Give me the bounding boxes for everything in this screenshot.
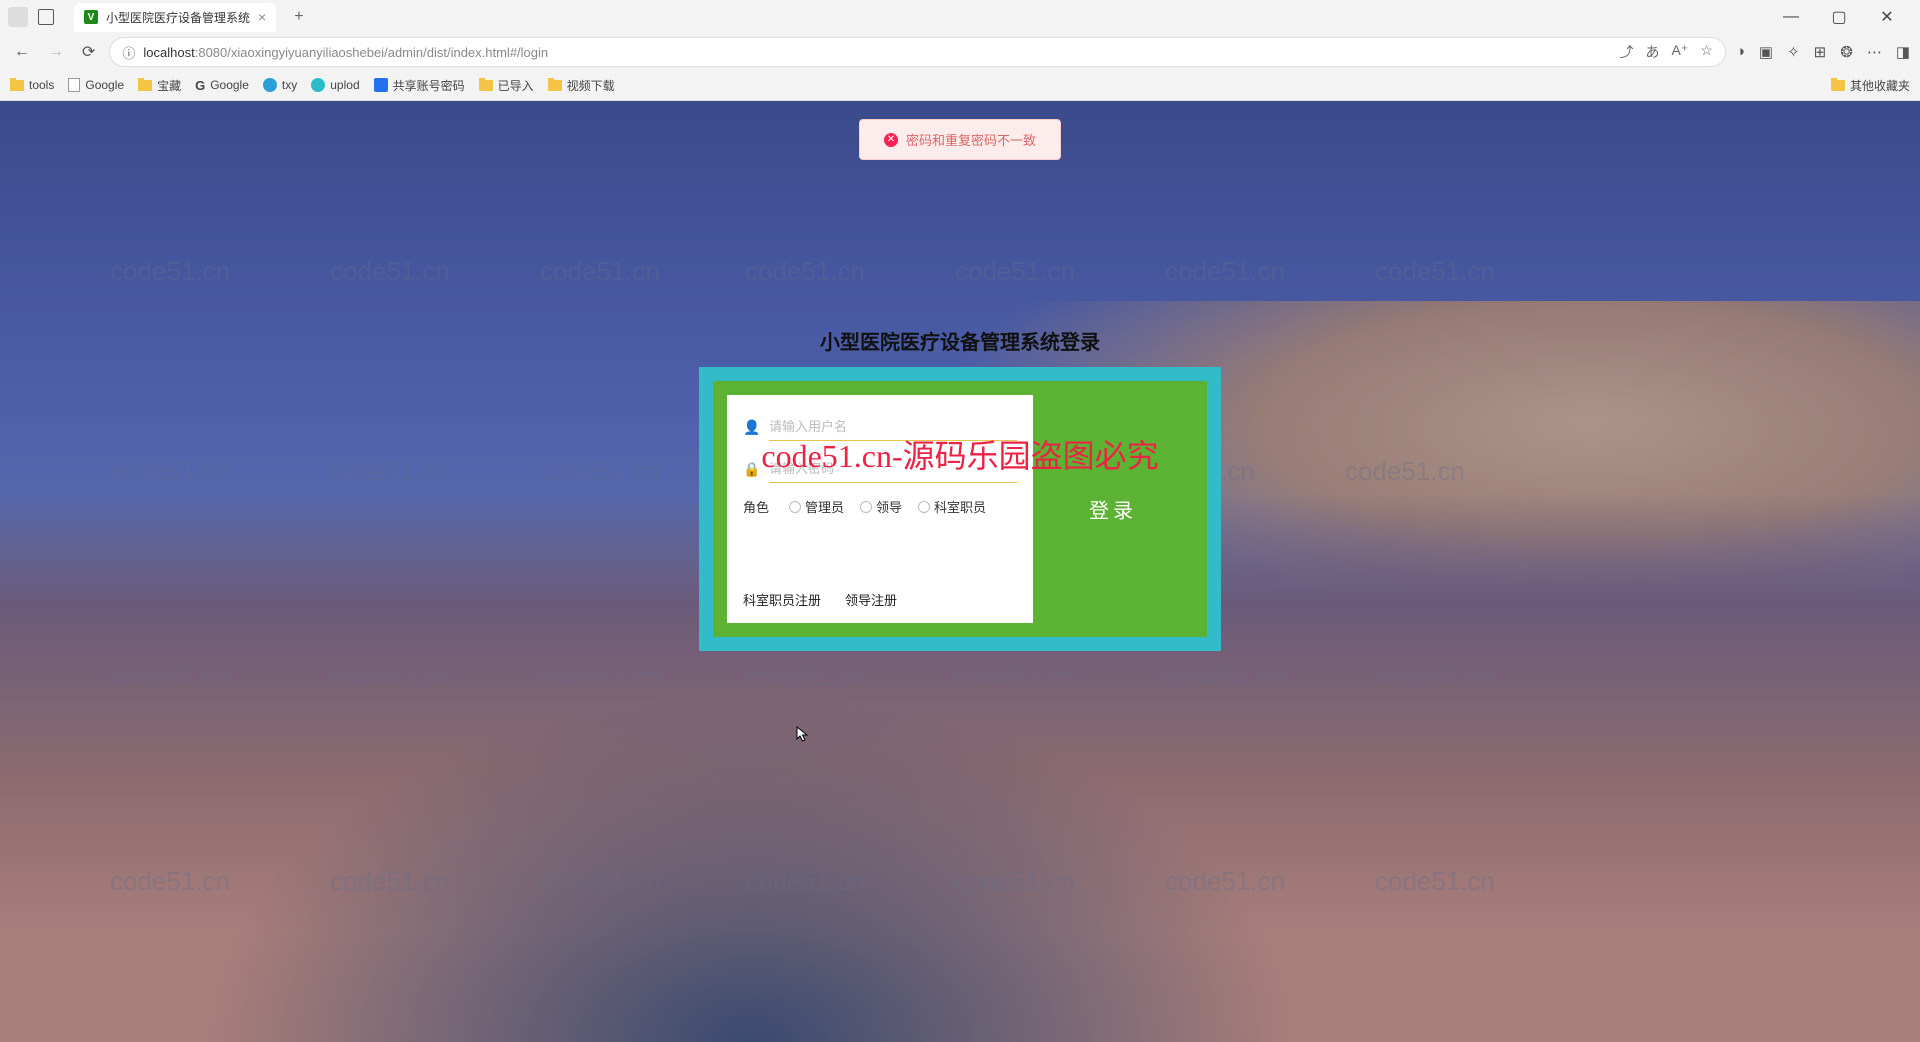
username-input[interactable] — [769, 413, 1017, 441]
login-button[interactable]: 登录 — [1089, 495, 1137, 524]
page-content: code51.cncode51.cncode51.cncode51.cncode… — [0, 101, 1920, 1042]
performance-icon[interactable]: ❂ — [1840, 43, 1853, 61]
copilot-icon[interactable]: ◑ — [1736, 43, 1745, 61]
nav-bar: ← → ⟳ ⓘ localhost:8080/xiaoxingyiyuanyil… — [0, 34, 1920, 70]
lock-icon: 🔒 — [743, 461, 759, 478]
browser-chrome: V 小型医院医疗设备管理系统 × + — ▢ ✕ ← → ⟳ ⓘ localho… — [0, 0, 1920, 101]
bookmark-item-0[interactable]: tools — [10, 77, 54, 94]
role-radio-1[interactable]: 领导 — [860, 497, 902, 516]
role-radio-0[interactable]: 管理员 — [789, 497, 844, 516]
bookmark-other[interactable]: 其他收藏夹 — [1831, 77, 1910, 94]
profile-icon[interactable] — [8, 7, 28, 27]
bookmark-item-1[interactable]: Google — [68, 77, 124, 94]
register-staff-link[interactable]: 科室职员注册 — [743, 590, 821, 609]
window-close-icon[interactable]: ✕ — [1872, 4, 1902, 30]
tab-close-icon[interactable]: × — [258, 9, 266, 25]
vue-favicon-icon: V — [84, 10, 98, 24]
login-card: 小型医院医疗设备管理系统登录 👤 🔒 角色 管理员领导科室职员 — [699, 326, 1221, 651]
tab-add-icon[interactable]: + — [294, 8, 303, 26]
window-minimize-icon[interactable]: — — [1776, 4, 1806, 30]
extensions-icon[interactable]: ⊞ — [1814, 43, 1827, 61]
role-row: 角色 管理员领导科室职员 — [743, 497, 1017, 516]
nav-refresh-icon[interactable]: ⟳ — [78, 38, 99, 66]
split-screen-icon[interactable]: ▣ — [1759, 43, 1773, 61]
collections-icon[interactable]: ✧ — [1787, 43, 1800, 61]
user-icon: 👤 — [743, 419, 759, 436]
favorite-icon[interactable]: ☆ — [1700, 42, 1713, 62]
password-input[interactable] — [769, 455, 1017, 483]
sidebar-icon[interactable]: ◨ — [1896, 43, 1910, 61]
translate-icon[interactable]: あ — [1646, 42, 1660, 62]
nav-forward-icon: → — [44, 39, 68, 65]
site-info-icon[interactable]: ⓘ — [122, 43, 135, 62]
error-icon: ✕ — [884, 133, 898, 147]
login-form: 👤 🔒 角色 管理员领导科室职员 科室职员注册 领导注册 — [727, 395, 1033, 623]
bookmark-item-7[interactable]: 已导入 — [479, 77, 534, 94]
window-maximize-icon[interactable]: ▢ — [1824, 4, 1854, 30]
login-title: 小型医院医疗设备管理系统登录 — [699, 326, 1221, 355]
url-text: localhost:8080/xiaoxingyiyuanyiliaoshebe… — [143, 45, 1611, 60]
register-leader-link[interactable]: 领导注册 — [845, 590, 897, 609]
browser-tab[interactable]: V 小型医院医疗设备管理系统 × — [74, 3, 276, 32]
bookmarks-bar: tools Google 宝藏 GGoogle txy uplod 共享账号密码已导入视频下… — [0, 70, 1920, 100]
bookmark-item-3[interactable]: GGoogle — [195, 77, 249, 94]
title-bar: V 小型医院医疗设备管理系统 × + — ▢ ✕ — [0, 0, 1920, 34]
bookmark-item-8[interactable]: 视频下载 — [548, 77, 615, 94]
bookmark-item-6[interactable]: 共享账号密码 — [374, 77, 465, 94]
url-bar[interactable]: ⓘ localhost:8080/xiaoxingyiyuanyiliaoshe… — [109, 37, 1725, 67]
tab-title: 小型医院医疗设备管理系统 — [106, 9, 250, 26]
error-alert: ✕ 密码和重复密码不一致 — [859, 119, 1061, 160]
read-aloud-icon[interactable]: A⁺ — [1672, 42, 1689, 62]
tab-overview-icon[interactable] — [38, 9, 54, 25]
bookmark-item-5[interactable]: uplod — [311, 77, 359, 94]
role-label: 角色 — [743, 497, 769, 516]
bookmark-item-4[interactable]: txy — [263, 77, 297, 94]
role-radio-2[interactable]: 科室职员 — [918, 497, 986, 516]
menu-icon[interactable]: ⋯ — [1867, 43, 1882, 61]
nav-back-icon[interactable]: ← — [10, 39, 34, 65]
shopping-icon[interactable]: ⤴ — [1620, 42, 1634, 62]
error-message: 密码和重复密码不一致 — [906, 130, 1036, 149]
bookmark-item-2[interactable]: 宝藏 — [138, 77, 181, 94]
